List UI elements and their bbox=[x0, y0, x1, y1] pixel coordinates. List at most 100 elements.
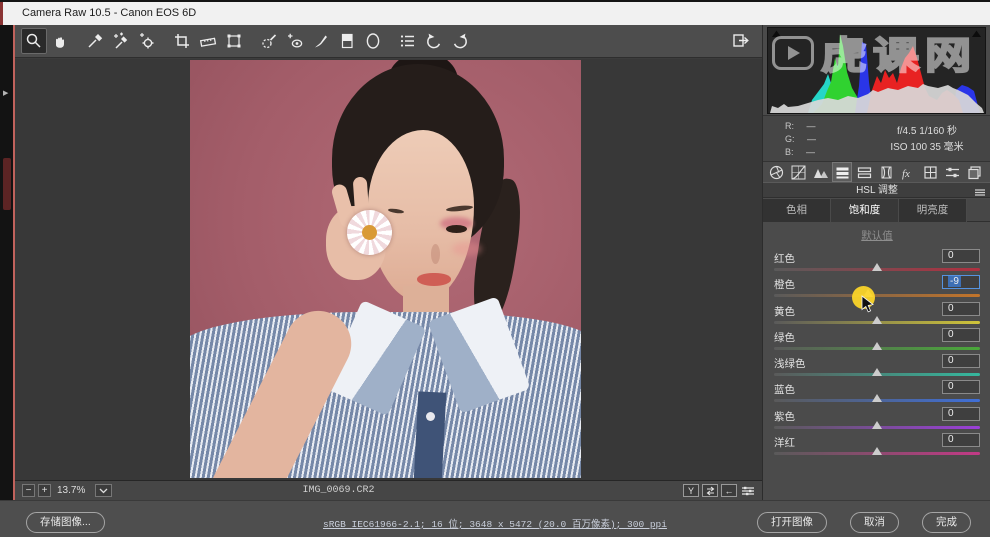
preview-preferences-button[interactable] bbox=[740, 484, 756, 497]
tab-presets-icon[interactable] bbox=[942, 162, 962, 182]
rotate-right-icon[interactable] bbox=[447, 28, 473, 54]
tab-lens-corrections-icon[interactable] bbox=[876, 162, 896, 182]
transform-tool-icon[interactable] bbox=[221, 28, 247, 54]
red-eye-tool-icon[interactable] bbox=[282, 28, 308, 54]
slider-aqua: 浅绿色 0 bbox=[774, 354, 980, 380]
color-sampler-tool-icon[interactable] bbox=[108, 28, 134, 54]
photo-nose bbox=[431, 244, 440, 264]
preferences-tool-icon[interactable] bbox=[395, 28, 421, 54]
window-title: Camera Raw 10.5 - Canon EOS 6D bbox=[22, 7, 197, 19]
exif-info-strip: R: — G: — B: — f/4.5 1/160 秒 ISO 100 35 毫米 bbox=[763, 115, 990, 162]
slider-thumb[interactable] bbox=[872, 263, 882, 271]
tab-basic-icon[interactable] bbox=[766, 162, 786, 182]
video-edge-strip: ▶ bbox=[0, 25, 15, 500]
slider-value-input[interactable]: 0 bbox=[942, 301, 980, 316]
tab-saturation[interactable]: 饱和度 bbox=[831, 199, 899, 222]
image-filename: IMG_0069.CR2 bbox=[302, 485, 375, 496]
slider-label: 绿色 bbox=[774, 331, 795, 344]
slider-thumb[interactable] bbox=[872, 420, 882, 429]
slider-blue: 蓝色 0 bbox=[774, 380, 980, 406]
slider-value-input[interactable]: 0 bbox=[942, 327, 980, 342]
default-values-link[interactable]: 默认值 bbox=[763, 228, 990, 243]
slider-orange: 橙色 -9 bbox=[774, 275, 980, 301]
slider-label: 橙色 bbox=[774, 279, 795, 292]
rgb-label: G: bbox=[785, 134, 795, 144]
photo-lips bbox=[417, 273, 451, 286]
sliders-icon bbox=[742, 486, 754, 495]
panel-header: HSL 调整 bbox=[763, 182, 990, 198]
tab-hsl-grayscale-icon[interactable] bbox=[832, 162, 852, 182]
slider-value-input[interactable]: 0 bbox=[942, 380, 980, 395]
photo-blush bbox=[452, 242, 482, 256]
rgb-value: — bbox=[807, 134, 817, 144]
slider-yellow: 黄色 0 bbox=[774, 301, 980, 328]
rgb-value: — bbox=[806, 147, 816, 157]
slider-label: 紫色 bbox=[774, 410, 795, 423]
image-canvas[interactable] bbox=[15, 59, 762, 480]
mouse-cursor-icon bbox=[861, 295, 874, 313]
slider-track[interactable] bbox=[774, 294, 980, 298]
photo-eye bbox=[446, 225, 467, 233]
tab-tone-curve-icon[interactable] bbox=[788, 162, 808, 182]
photo-flower-core bbox=[362, 225, 377, 240]
iso-focal-info: ISO 100 35 毫米 bbox=[890, 142, 964, 153]
highlight-clipping-indicator bbox=[972, 30, 981, 37]
toggle-fullscreen-icon[interactable] bbox=[728, 28, 754, 54]
tab-effects-icon[interactable]: fx bbox=[898, 162, 918, 182]
preview-mode-y-button[interactable]: Y bbox=[683, 484, 699, 497]
done-button[interactable]: 完成 bbox=[922, 512, 971, 533]
mini-arrow-icon: ▶ bbox=[3, 90, 9, 97]
slider-label: 蓝色 bbox=[774, 384, 795, 397]
slider-label: 黄色 bbox=[774, 305, 795, 318]
crop-tool-icon[interactable] bbox=[169, 28, 195, 54]
title-bar: Camera Raw 10.5 - Canon EOS 6D bbox=[0, 2, 990, 25]
rgb-value: — bbox=[806, 121, 816, 131]
graduated-filter-tool-icon[interactable] bbox=[334, 28, 360, 54]
slider-label: 浅绿色 bbox=[774, 358, 806, 371]
radial-filter-tool-icon[interactable] bbox=[360, 28, 386, 54]
copy-settings-button[interactable]: ← bbox=[721, 484, 737, 497]
cancel-button[interactable]: 取消 bbox=[850, 512, 899, 533]
slider-thumb[interactable] bbox=[872, 447, 882, 456]
hand-tool-icon[interactable] bbox=[47, 28, 73, 54]
adjustment-brush-tool-icon[interactable] bbox=[308, 28, 334, 54]
hsl-tab-bar: 色相 饱和度 明亮度 bbox=[763, 199, 990, 222]
slider-value-input[interactable]: 0 bbox=[942, 354, 980, 369]
targeted-adjustment-tool-icon[interactable] bbox=[134, 28, 160, 54]
rotate-left-icon[interactable] bbox=[421, 28, 447, 54]
camera-raw-window: Camera Raw 10.5 - Canon EOS 6D ▶ − + 13.… bbox=[0, 0, 990, 537]
slider-red: 红色 0 bbox=[774, 249, 980, 275]
tab-snapshots-icon[interactable] bbox=[964, 162, 984, 182]
tab-luminance[interactable]: 明亮度 bbox=[899, 199, 967, 222]
slider-thumb[interactable] bbox=[872, 394, 882, 403]
workflow-options-link[interactable]: sRGB IEC61966-2.1; 16 位; 3648 x 5472 (20… bbox=[0, 516, 990, 530]
white-balance-tool-icon[interactable] bbox=[82, 28, 108, 54]
hsl-tab-filler bbox=[967, 199, 990, 221]
tab-split-toning-icon[interactable] bbox=[854, 162, 874, 182]
slider-value-input-editing[interactable]: -9 bbox=[942, 275, 980, 290]
tab-detail-icon[interactable] bbox=[810, 162, 830, 182]
adjustments-panel: R: — G: — B: — f/4.5 1/160 秒 ISO 100 35 毫米 bbox=[762, 25, 990, 500]
zoom-tool-icon[interactable] bbox=[21, 28, 47, 54]
tab-camera-calibration-icon[interactable] bbox=[920, 162, 940, 182]
slider-thumb[interactable] bbox=[872, 315, 882, 324]
bottom-bar: 存储图像... sRGB IEC61966-2.1; 16 位; 3648 x … bbox=[0, 500, 990, 537]
swap-before-after-button[interactable] bbox=[702, 484, 718, 497]
canvas-status-bar: − + 13.7% IMG_0069.CR2 Y ← bbox=[15, 480, 762, 500]
open-image-button[interactable]: 打开图像 bbox=[757, 512, 827, 533]
slider-value-input[interactable]: 0 bbox=[942, 406, 980, 421]
toolbar bbox=[15, 25, 762, 58]
slider-thumb[interactable] bbox=[872, 368, 882, 377]
spot-removal-tool-icon[interactable] bbox=[256, 28, 282, 54]
photo-shirt-button bbox=[426, 412, 435, 421]
svg-text:fx: fx bbox=[902, 168, 910, 180]
histogram[interactable] bbox=[767, 27, 986, 114]
main-window: − + 13.7% IMG_0069.CR2 Y ← R: — G: — B: … bbox=[15, 25, 990, 500]
tab-hue[interactable]: 色相 bbox=[763, 199, 831, 222]
panel-title: HSL 调整 bbox=[856, 185, 898, 196]
slider-value-input[interactable]: 0 bbox=[942, 433, 980, 448]
slider-thumb[interactable] bbox=[872, 341, 882, 350]
exposure-info: f/4.5 1/160 秒 bbox=[896, 126, 958, 137]
straighten-tool-icon[interactable] bbox=[195, 28, 221, 54]
slider-value-input[interactable]: 0 bbox=[942, 249, 980, 263]
